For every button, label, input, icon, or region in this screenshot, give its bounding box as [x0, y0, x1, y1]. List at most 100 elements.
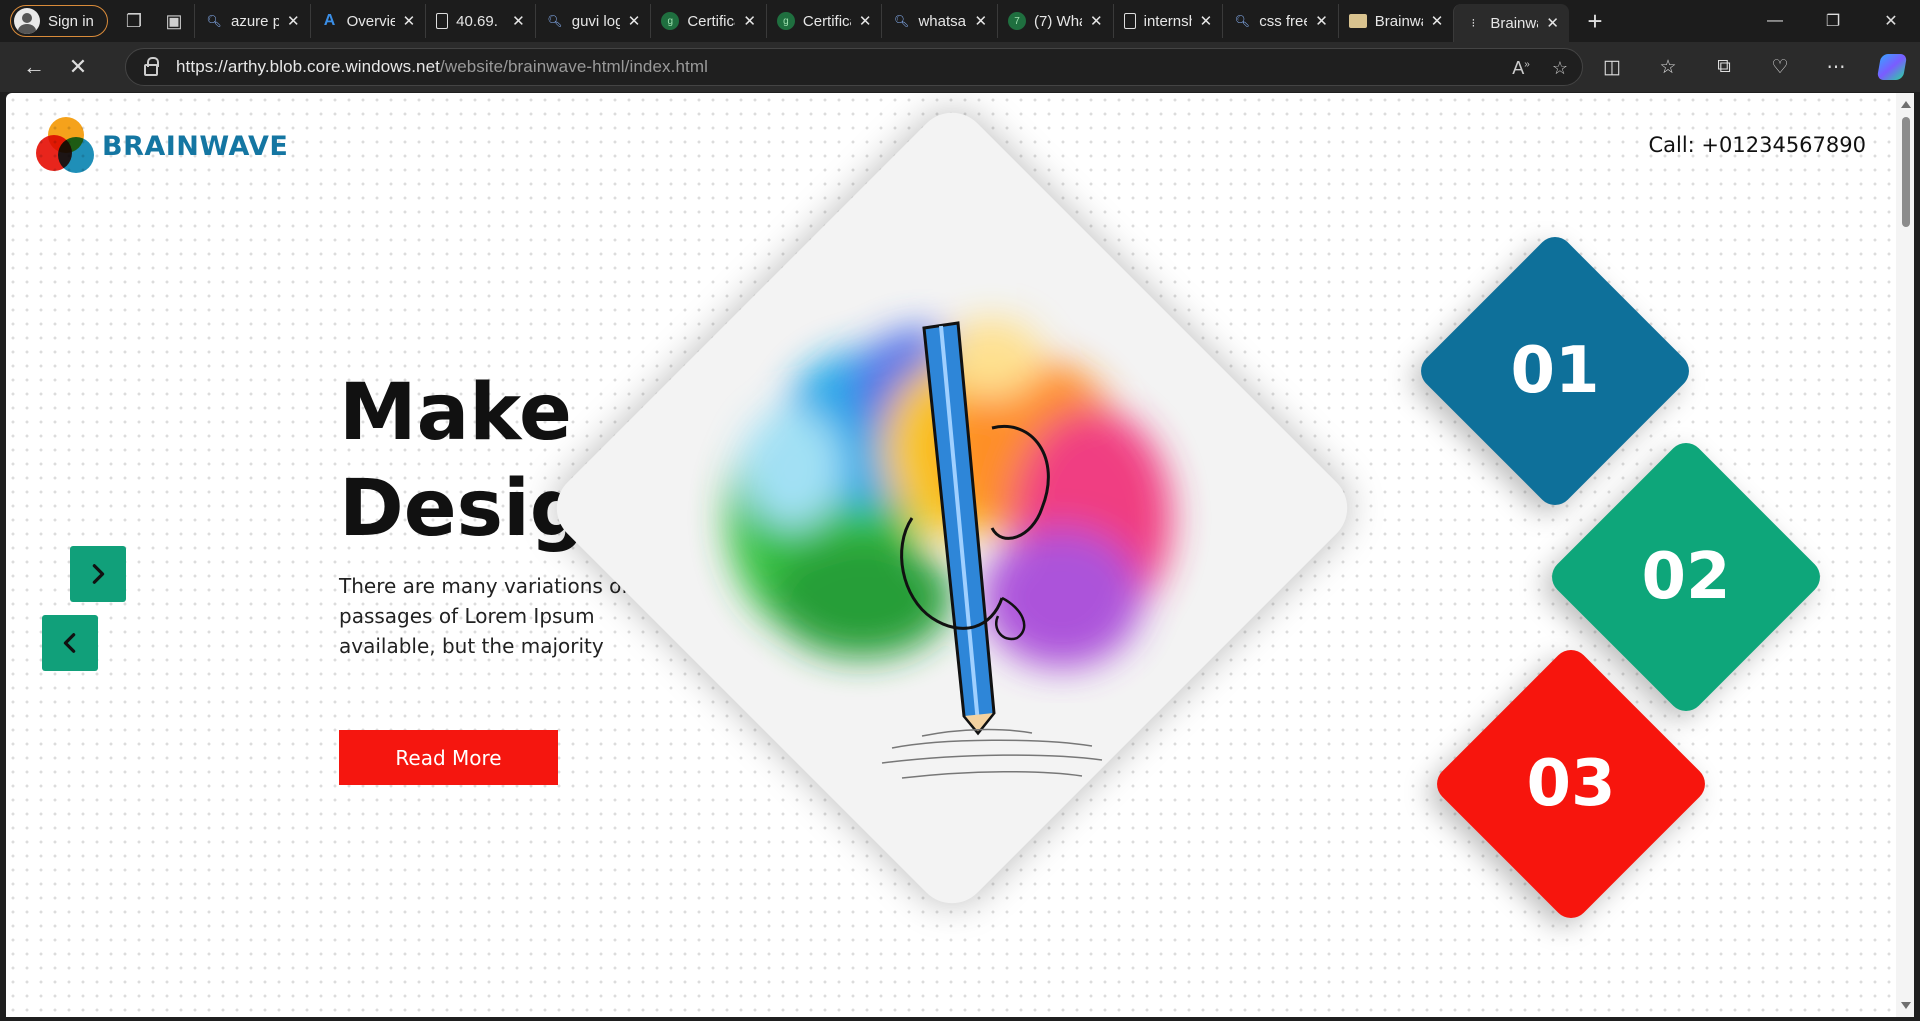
scroll-thumb[interactable]: [1902, 117, 1910, 227]
address-bar-row: ← ✕ https://arthy.blob.core.windows.net/…: [0, 42, 1920, 92]
tab-title: Brainwave: [1490, 14, 1538, 32]
copilot-icon[interactable]: [1864, 54, 1920, 80]
workspaces-icon[interactable]: ❐: [114, 5, 154, 37]
tab-title: (7) WhatsApp: [1034, 12, 1082, 30]
slider-prev-button[interactable]: [42, 615, 98, 671]
azure-icon: A: [323, 12, 336, 29]
tab-title: Overview: [346, 12, 395, 30]
url-host: https://arthy.blob.core.windows.net: [176, 57, 440, 76]
stop-loading-icon[interactable]: ✕: [56, 47, 100, 87]
hero-description: There are many variations of passages of…: [339, 574, 629, 658]
image-icon: [1348, 14, 1367, 28]
hero-title-line-1: Make: [339, 368, 572, 458]
loading-icon: ⁝: [1471, 16, 1476, 30]
split-screen-icon[interactable]: ◫: [1584, 56, 1640, 79]
minimize-icon[interactable]: —: [1746, 0, 1804, 42]
read-aloud-icon[interactable]: A»: [1512, 58, 1530, 79]
address-bar[interactable]: https://arthy.blob.core.windows.net/webs…: [125, 48, 1583, 86]
document-icon: [1123, 13, 1136, 29]
tab-title: Certificate: [687, 12, 735, 30]
close-tab-icon[interactable]: ✕: [974, 12, 987, 30]
profile-avatar-icon: [14, 8, 40, 34]
tab-guvi-search[interactable]: 🔍︎ guvi login ✕: [534, 4, 651, 38]
step-tile-03: 03: [1429, 642, 1713, 926]
tab-brainwave-1[interactable]: Brainwave ✕: [1337, 4, 1454, 38]
tab-actions-icon[interactable]: ▣: [154, 5, 194, 37]
close-tab-icon[interactable]: ✕: [628, 12, 641, 30]
search-icon: 🔍︎: [547, 14, 563, 28]
tab-title: guvi login: [571, 12, 620, 30]
page-scrollbar[interactable]: [1896, 93, 1914, 1017]
scroll-down-arrow-icon[interactable]: [1901, 1002, 1911, 1009]
tab-title: azure portal: [231, 12, 279, 30]
close-tab-icon[interactable]: ✕: [1431, 12, 1444, 30]
chevron-left-icon: [63, 633, 76, 653]
read-more-button[interactable]: Read More: [339, 730, 558, 785]
step-number-03: 03: [1526, 747, 1616, 821]
tab-title: 40.69.: [456, 12, 498, 30]
address-bar-actions: A» ☆: [1512, 49, 1568, 87]
chevron-right-icon: [92, 564, 105, 584]
tab-whatsapp[interactable]: 7 (7) WhatsApp ✕: [997, 4, 1113, 38]
close-window-icon[interactable]: ✕: [1862, 0, 1920, 42]
tab-ip-address[interactable]: 40.69. ✕: [425, 4, 535, 38]
close-tab-icon[interactable]: ✕: [1546, 14, 1559, 32]
lock-icon[interactable]: [144, 57, 159, 76]
sign-in-button[interactable]: Sign in: [10, 5, 108, 37]
tab-title: internship: [1143, 12, 1192, 30]
scroll-up-arrow-icon[interactable]: [1901, 101, 1911, 108]
close-tab-icon[interactable]: ✕: [1090, 12, 1103, 30]
slider-next-button[interactable]: [70, 546, 126, 602]
search-icon: 🔍︎: [206, 14, 222, 28]
close-tab-icon[interactable]: ✕: [1315, 12, 1328, 30]
tab-certificate-1[interactable]: g Certificate ✕: [650, 4, 766, 38]
tab-whatsapp-search[interactable]: 🔍︎ whatsapp ✕: [881, 4, 997, 38]
guvi-icon: g: [776, 12, 795, 30]
guvi-icon: g: [661, 12, 680, 30]
document-icon: [436, 13, 449, 29]
restore-icon[interactable]: ❐: [1804, 0, 1862, 42]
tab-title: Brainwave: [1374, 12, 1423, 30]
tab-strip: 🔍︎ azure portal ✕ A Overview ✕ 40.69. ✕ 🔍︎ guv…: [194, 0, 1569, 42]
tab-title: Certificate: [802, 12, 851, 30]
close-tab-icon[interactable]: ✕: [743, 12, 756, 30]
more-options-icon[interactable]: ⋯: [1808, 56, 1864, 79]
tab-css-search[interactable]: 🔍︎ css free ✕: [1222, 4, 1338, 38]
brand-name: BRAINWAVE: [102, 130, 289, 162]
favorite-star-icon[interactable]: ☆: [1552, 58, 1568, 79]
step-number-02: 02: [1641, 540, 1731, 614]
window-controls: — ❐ ✕: [1746, 0, 1920, 42]
whatsapp-icon: 7: [1008, 12, 1027, 30]
collections-icon[interactable]: ⧉: [1696, 56, 1752, 78]
tab-brainwave-active[interactable]: ⁝ Brainwave ✕: [1453, 4, 1569, 42]
browser-toolbar: ◫ ☆ ⧉ ♡ ⋯: [1584, 42, 1920, 92]
tab-title: css free: [1259, 12, 1308, 30]
page-viewport: BRAINWAVE Call: +01234567890 Make Design…: [6, 93, 1896, 1017]
url-path: /website/brainwave-html/index.html: [440, 57, 708, 76]
site-logo[interactable]: BRAINWAVE: [36, 117, 288, 175]
call-number: Call: +01234567890: [1648, 133, 1866, 157]
sign-in-label: Sign in: [48, 12, 94, 30]
search-icon: 🔍︎: [893, 14, 910, 28]
close-tab-icon[interactable]: ✕: [512, 12, 525, 30]
tab-title: whatsapp: [918, 12, 966, 30]
pencil-splash-illustration: [727, 318, 1172, 779]
close-tab-icon[interactable]: ✕: [403, 12, 416, 30]
tab-azure-search[interactable]: 🔍︎ azure portal ✕: [194, 4, 310, 38]
tab-azure-overview[interactable]: A Overview ✕: [309, 4, 426, 38]
tab-bar: Sign in ❐ ▣ 🔍︎ azure portal ✕ A Overview ✕ 4…: [0, 0, 1920, 42]
search-icon: 🔍︎: [1234, 14, 1250, 28]
close-tab-icon[interactable]: ✕: [1200, 12, 1213, 30]
step-number-01: 01: [1510, 334, 1600, 408]
tab-internship[interactable]: internship ✕: [1112, 4, 1223, 38]
favorites-icon[interactable]: ☆: [1640, 56, 1696, 79]
new-tab-button[interactable]: +: [1575, 4, 1615, 38]
logo-circles-icon: [36, 117, 96, 175]
url-text[interactable]: https://arthy.blob.core.windows.net/webs…: [176, 57, 708, 77]
browser-essentials-icon[interactable]: ♡: [1752, 56, 1808, 79]
close-tab-icon[interactable]: ✕: [287, 12, 300, 30]
back-icon[interactable]: ←: [12, 47, 56, 87]
tab-certificate-2[interactable]: g Certificate ✕: [765, 4, 882, 38]
hero-art-diamond: [541, 97, 1363, 919]
close-tab-icon[interactable]: ✕: [859, 12, 872, 30]
